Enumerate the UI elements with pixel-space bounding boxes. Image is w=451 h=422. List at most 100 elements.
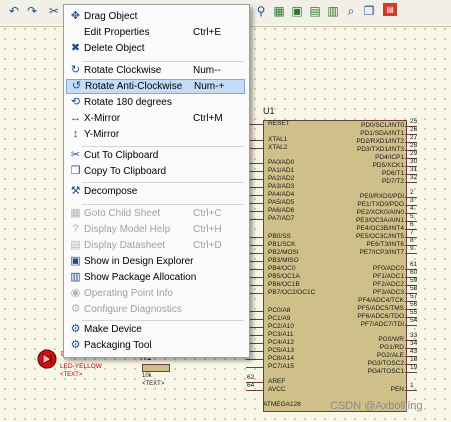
menu-item-shortcut: Num-- xyxy=(193,65,221,76)
chip-right-pin-label: PG0/WR xyxy=(378,336,404,343)
add-icon[interactable]: ▣ xyxy=(289,3,305,19)
chip-left-pin-label: RESET xyxy=(268,120,290,127)
chip-pin-number: 26 xyxy=(410,126,418,133)
menu-item-operating-point-info[interactable]: ◉ Operating Point Info xyxy=(66,286,245,301)
chip-right-pin-label: PF0/ADC0 xyxy=(372,265,404,272)
menu-item-shortcut: Ctrl+E xyxy=(193,27,222,38)
menu-item-edit-properties[interactable]: Edit Properties Ctrl+E xyxy=(66,25,245,40)
menu-item-label: Rotate Clockwise xyxy=(84,65,162,76)
chip-left-pin xyxy=(246,359,263,360)
chip-pin-number: 2 xyxy=(410,189,414,196)
chip-right-pin-label: PEN xyxy=(390,386,404,393)
zoom-icon[interactable]: ⚲ xyxy=(253,3,269,19)
grid-icon[interactable]: ▦ xyxy=(271,3,287,19)
chip-right-pin-label: PD1/SDA/INT1 xyxy=(360,130,404,137)
redo-icon[interactable]: ↷ xyxy=(24,3,40,19)
chip-right-pin-label: PE2/XCK0/AIN0 xyxy=(356,209,404,216)
menu-separator xyxy=(82,146,244,147)
goto-child-icon: ▦ xyxy=(70,207,81,219)
menu-item-label: Cut To Clipboard xyxy=(84,150,159,161)
chip-right-pin xyxy=(405,390,417,391)
chip-left-pin-label: PB2/MOSI xyxy=(268,249,299,256)
chip-pin-number: 58 xyxy=(410,285,418,292)
chip-right-pin-label: PD3/TXD1/INT3 xyxy=(357,146,404,153)
menu-item-label: Display Datasheet xyxy=(84,240,166,251)
menu-item-label: Show in Design Explorer xyxy=(84,256,194,267)
menu-item-shortcut: Ctrl+M xyxy=(193,113,223,124)
undo-icon[interactable]: ↶ xyxy=(6,3,22,19)
chip-right-pin-label: PD6/T1 xyxy=(381,170,404,177)
menu-separator xyxy=(82,204,244,205)
chip-pin-number: 61 xyxy=(410,261,418,268)
chip-pin-number: 3 xyxy=(410,197,414,204)
chip-pin-number: 54 xyxy=(410,317,418,324)
chip-pin-number: 31 xyxy=(410,166,418,173)
cut-icon[interactable]: ✂ xyxy=(46,3,62,19)
chip-pin-number: 29 xyxy=(410,150,418,157)
menu-item-delete-object[interactable]: ✖ Delete Object xyxy=(66,41,245,56)
menu-item-configure-diagnostics[interactable]: ⚙ Configure Diagnostics xyxy=(66,302,245,317)
chip-left-pin-label: PB0/SS xyxy=(268,233,291,240)
menu-item-y-mirror[interactable]: ↕ Y-Mirror xyxy=(66,127,245,142)
chip-pin-number: 62 xyxy=(247,374,255,381)
menu-item-copy-to-clipboard[interactable]: ❐ Copy To Clipboard xyxy=(66,164,245,179)
menu-item-packaging-tool[interactable]: ⚙ Packaging Tool xyxy=(66,338,245,353)
chip-left-pin-label: AREF xyxy=(268,378,286,385)
chip-right-pin-label: PF2/ADC2 xyxy=(372,281,404,288)
menu-item-make-device[interactable]: ⚙ Make Device xyxy=(66,322,245,337)
chip-left-pin-label: PA6/AD6 xyxy=(268,207,295,214)
led-text: <TEXT> xyxy=(60,372,83,378)
chip-right-pin-label: PD2/RXD1/INT2 xyxy=(356,138,404,145)
menu-item-decompose[interactable]: ⚒ Decompose xyxy=(66,184,245,199)
menu-item-drag-object[interactable]: ✥ Drag Object xyxy=(66,9,245,24)
menu-item-show-package-allocation[interactable]: ▥ Show Package Allocation xyxy=(66,270,245,285)
search-icon[interactable]: ⌕ xyxy=(343,3,359,19)
block-icon[interactable]: ▤ xyxy=(307,3,323,19)
package-icon[interactable]: ▥ xyxy=(325,3,341,19)
chip-right-pin-label: PF6/ADC6/TDO xyxy=(357,313,404,320)
menu-item-label: Decompose xyxy=(84,186,138,197)
y-mirror-icon: ↕ xyxy=(72,128,79,140)
chip-left-pin xyxy=(246,367,263,368)
chip-left-pin-label: PC2/A10 xyxy=(268,323,295,330)
menu-item-display-model-help[interactable]: ? Display Model Help Ctrl+H xyxy=(66,222,245,237)
menu-item-goto-child-sheet[interactable]: ▦ Goto Child Sheet Ctrl+C xyxy=(66,206,245,221)
chip-right-pin-label: PF5/ADC5/TMS xyxy=(357,305,404,312)
chip-left-pin-label: PB5/OC1A xyxy=(268,273,300,280)
chip-right-pin-label: PG4/TOSC1 xyxy=(367,368,404,375)
chip-pin-number: 7 xyxy=(410,229,414,236)
chip-left-pin-label: PC3/A11 xyxy=(268,331,294,338)
menu-item-rotate-anti-clockwise[interactable]: ↺ Rotate Anti-Clockwise Num-+ xyxy=(66,79,245,94)
menu-item-show-in-design-explorer[interactable]: ▣ Show in Design Explorer xyxy=(66,254,245,269)
chip-left-pin-label: PB3/MISO xyxy=(268,257,299,264)
chip-left-pin-label: XTAL2 xyxy=(268,144,288,151)
menu-item-cut-to-clipboard[interactable]: ✂ Cut To Clipboard xyxy=(66,148,245,163)
chip-part: ATMEGA128 xyxy=(263,401,301,408)
menu-item-rotate-clockwise[interactable]: ↻ Rotate Clockwise Num-- xyxy=(66,63,245,78)
menu-item-label: Make Device xyxy=(84,324,142,335)
chip-left-pin-label: PA3/AD3 xyxy=(268,183,295,190)
copy-icon[interactable]: ❐ xyxy=(361,3,377,19)
led-symbol[interactable] xyxy=(36,348,58,370)
chip-left-pin-label: PB6/OC1B xyxy=(268,281,300,288)
chip-pin-number: 43 xyxy=(410,348,418,355)
menu-item-display-datasheet[interactable]: ▤ Display Datasheet Ctrl+D xyxy=(66,238,245,253)
menu-item-label: X-Mirror xyxy=(84,113,121,124)
bom-icon[interactable]: ▤ xyxy=(383,3,397,16)
chip-right-pin-label: PE3/OC3A/AIN1 xyxy=(355,217,404,224)
menu-separator xyxy=(82,320,244,321)
menu-item-x-mirror[interactable]: ↔ X-Mirror Ctrl+M xyxy=(66,111,245,126)
chip-right-pin xyxy=(405,372,417,373)
chip-pin-number: 1 xyxy=(410,382,414,389)
menu-item-shortcut: Num-+ xyxy=(194,81,225,92)
chip-pin-number: 60 xyxy=(410,269,418,276)
menu-item-label: Edit Properties xyxy=(84,27,150,38)
chip-pin-number: 4 xyxy=(410,205,414,212)
chip-left-pin-label: AVCC xyxy=(268,386,286,393)
resistor-body[interactable] xyxy=(142,364,170,372)
chip-pin-number: 56 xyxy=(410,301,418,308)
chip-left-pin-label: PC4/A12 xyxy=(268,339,295,346)
menu-item-rotate-180-degrees[interactable]: ⟲ Rotate 180 degrees xyxy=(66,95,245,110)
chip-right-pin-label: PD0/SCL/INT0 xyxy=(361,122,404,129)
chip-left-pin-label: PA7/AD7 xyxy=(268,215,295,222)
